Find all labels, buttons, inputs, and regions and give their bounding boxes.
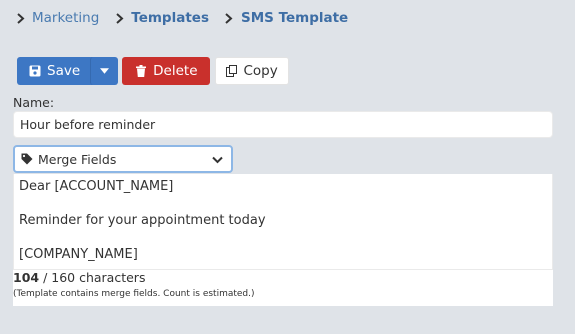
message-textarea[interactable]: Dear [ACCOUNT_NAME] Reminder for your ap…: [13, 174, 553, 270]
merge-fields-select[interactable]: Merge Fields: [13, 145, 233, 173]
breadcrumb: Marketing Templates SMS Template: [0, 8, 360, 28]
copy-button-label: Copy: [243, 63, 278, 79]
chevron-right-icon: [12, 10, 28, 26]
chevron-down-icon: [212, 152, 223, 167]
copy-icon: [225, 65, 238, 77]
toolbar: Save Delete Copy: [17, 57, 289, 85]
floppy-disk-icon: [29, 65, 41, 77]
caret-down-icon: [100, 68, 110, 74]
merge-fields-label: Merge Fields: [38, 151, 117, 167]
save-options-dropdown-button[interactable]: [90, 57, 118, 85]
breadcrumb-marketing-link[interactable]: Marketing: [32, 10, 99, 26]
save-button[interactable]: Save: [17, 57, 90, 85]
tag-icon: [21, 153, 33, 165]
breadcrumb-current-page: SMS Template: [240, 10, 349, 26]
name-label: Name:: [13, 95, 55, 110]
chevron-right-icon: [221, 10, 237, 26]
breadcrumb-templates-link[interactable]: Templates: [131, 10, 209, 26]
save-button-label: Save: [47, 63, 81, 79]
message-line: Reminder for your appointment today: [19, 213, 266, 228]
copy-button[interactable]: Copy: [214, 57, 289, 85]
chevron-right-icon: [111, 10, 127, 26]
character-count-value: 104: [13, 270, 40, 285]
name-input[interactable]: [13, 111, 553, 138]
save-button-group: Save: [17, 57, 119, 85]
character-count-suffix: / 160 characters: [39, 270, 146, 285]
message-line: Dear [ACCOUNT_NAME]: [19, 179, 174, 194]
character-count: 104 / 160 characters: [13, 271, 553, 285]
delete-button[interactable]: Delete: [122, 57, 210, 85]
trash-icon: [135, 65, 147, 77]
character-counter-panel: 104 / 160 characters (Template contains …: [13, 270, 553, 306]
character-count-note: (Template contains merge fields. Count i…: [13, 289, 255, 299]
delete-button-label: Delete: [153, 63, 198, 79]
